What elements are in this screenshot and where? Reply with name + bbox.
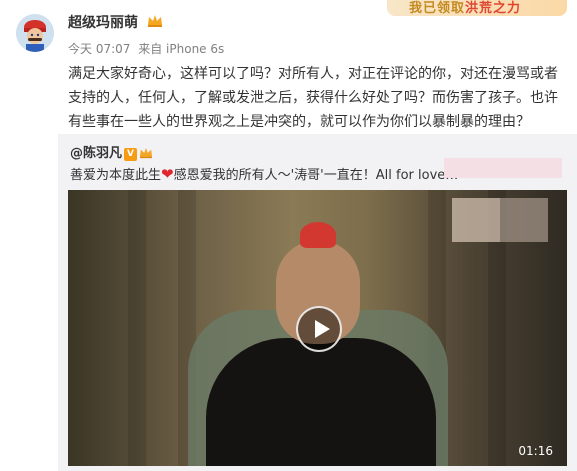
post-body: 满足大家好奇心，这样可以了吗？对所有人，对正在评论的你，对还在漫骂或者 支持的人…	[68, 62, 568, 134]
crown-icon	[148, 15, 162, 27]
mario-avatar-icon	[16, 14, 54, 52]
post-body-line: 有些事在一些人的世界观之上是冲突的，就可以作为你们以暴制暴的理由？	[68, 114, 530, 130]
repost-text-before: 善爱为本度此生	[70, 168, 162, 183]
post-time[interactable]: 今天 07:07	[68, 42, 130, 56]
blurred-region	[452, 198, 500, 242]
verified-badge-icon: V	[124, 148, 138, 161]
blurred-region	[444, 158, 562, 178]
post-body-line: 满足大家好奇心，这样可以了吗？对所有人，对正在评论的你，对还在漫骂或者	[68, 66, 558, 82]
heart-icon: ❤	[161, 165, 174, 183]
post-meta: 今天 07:07 来自 iPhone 6s	[68, 40, 228, 57]
post-body-line: 支持的人，任何人，了解或发泄之后，获得什么好处了吗？而伤害了孩子。也许	[68, 90, 558, 106]
post-source[interactable]: 来自 iPhone 6s	[138, 42, 224, 56]
sticker-text-highlight: 洪荒之力	[465, 1, 522, 16]
crown-icon	[140, 147, 153, 159]
curtain-fold	[128, 190, 146, 466]
sticker-text-prefix: 我已领取	[409, 1, 466, 16]
post-username[interactable]: 超级玛丽萌	[68, 12, 138, 32]
repost-username[interactable]: @陈羽凡	[70, 146, 122, 161]
repost-text-after: 感恩爱我的所有人～'涛哥'一直在！All for love…	[173, 168, 459, 183]
video-duration: 01:16	[518, 444, 553, 458]
person-body	[206, 338, 436, 466]
repost-card: @陈羽凡 V 善爱为本度此生❤感恩爱我的所有人～'涛哥'一直在！All for l…	[58, 134, 577, 471]
weibo-post: 我已领取洪荒之力 超级玛丽萌 今天 07:07 来自 iPhone 6s 满足大…	[0, 0, 577, 471]
repost-header: @陈羽凡 V	[70, 142, 153, 161]
red-hair	[300, 222, 336, 248]
blurred-region	[500, 198, 548, 242]
top-banner-sticker[interactable]: 我已领取洪荒之力	[387, 0, 567, 16]
video-player[interactable]: 01:16	[68, 190, 567, 466]
avatar[interactable]	[16, 14, 54, 52]
repost-text: 善爱为本度此生❤感恩爱我的所有人～'涛哥'一直在！All for love…	[70, 164, 458, 183]
play-icon[interactable]	[296, 306, 342, 352]
